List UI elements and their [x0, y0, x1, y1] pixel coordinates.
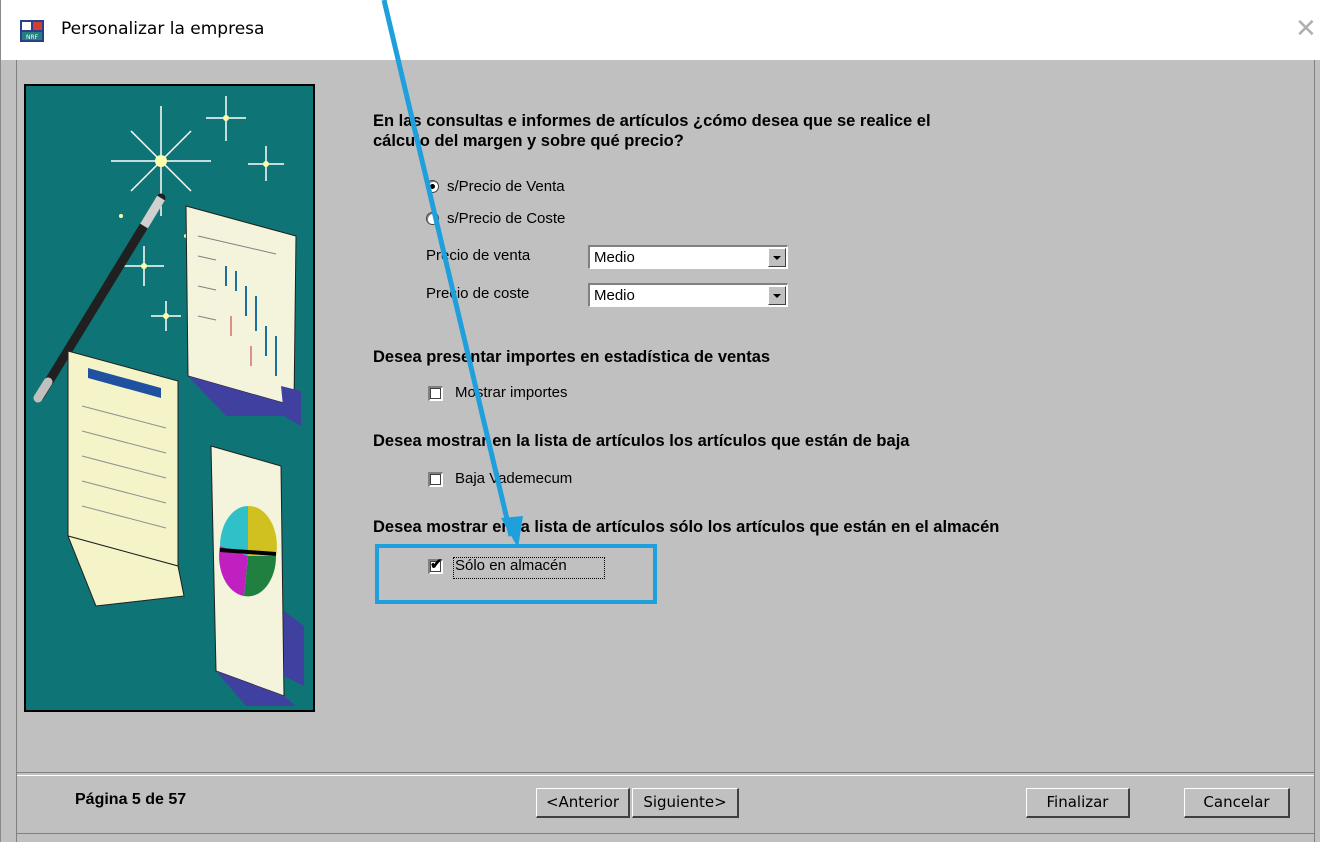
- anterior-button[interactable]: <Anterior: [536, 788, 630, 818]
- cancelar-label: Cancelar: [1203, 793, 1270, 811]
- cancelar-button[interactable]: Cancelar: [1184, 788, 1290, 818]
- anterior-label: <Anterior: [545, 793, 620, 811]
- finalizar-button[interactable]: Finalizar: [1026, 788, 1130, 818]
- annotation-arrow: [381, 0, 523, 548]
- footer-separator: [17, 772, 1314, 776]
- frame-bottom: [16, 833, 1315, 834]
- wizard-dialog: NRF Personalizar la empresa ✕ En las con…: [0, 0, 1320, 842]
- siguiente-label: Siguiente>: [643, 793, 727, 811]
- page-indicator: Página 5 de 57: [75, 791, 187, 808]
- siguiente-button[interactable]: Siguiente>: [632, 788, 739, 818]
- finalizar-label: Finalizar: [1046, 793, 1109, 811]
